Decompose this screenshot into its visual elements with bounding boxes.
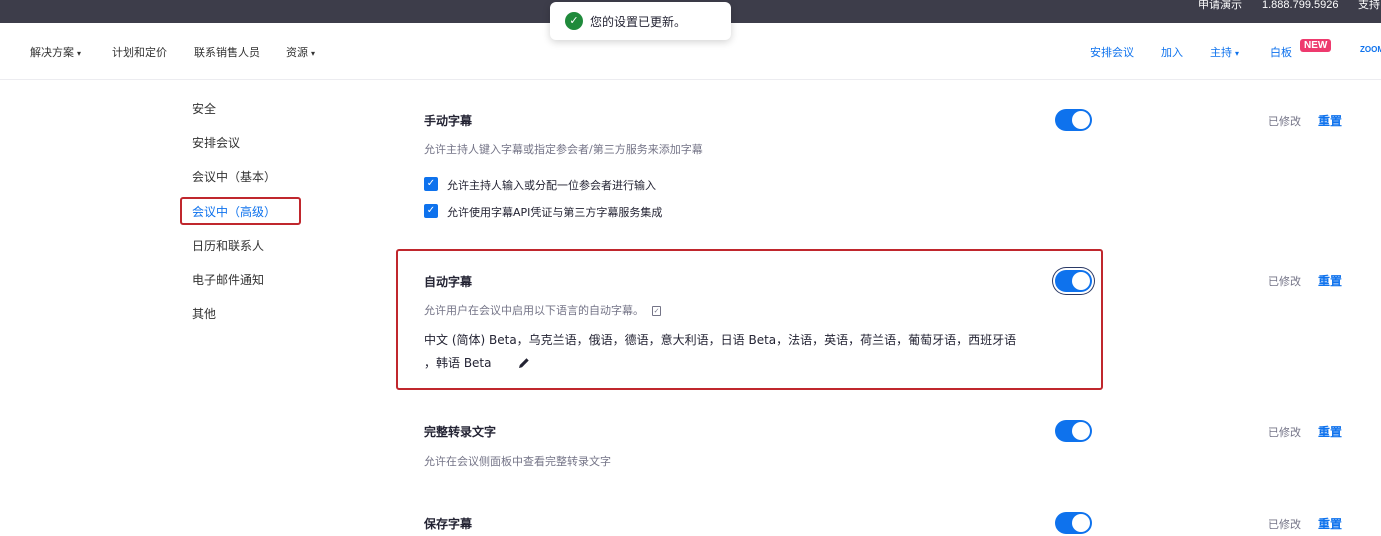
caret-down-icon: ▾ [77, 49, 82, 58]
caret-down-icon: ▾ [1235, 49, 1240, 58]
setting-desc-manual-captions: 允许主持人键入字幕或指定参会者/第三方服务来添加字幕 [424, 143, 703, 156]
setting-title-manual-captions: 手动字幕 [424, 114, 473, 128]
language-list: 中文 (简体) Beta，乌克兰语，俄语，德语，意大利语，日语 Beta，法语，… [424, 333, 1017, 347]
check-circle-icon: ✓ [565, 12, 583, 30]
sidebar-item-in-meeting-basic[interactable]: 会议中（基本） [192, 168, 276, 185]
sidebar-item-security[interactable]: 安全 [192, 100, 216, 117]
reset-button[interactable]: 重置 [1318, 272, 1342, 289]
toast-message: 您的设置已更新。 [590, 15, 687, 29]
full-transcript-toggle[interactable] [1055, 420, 1092, 442]
checkbox-checked-icon[interactable]: ✓ [424, 177, 438, 191]
automated-captions-highlight [396, 249, 1103, 390]
request-demo-link[interactable]: 申请演示 [1198, 0, 1242, 11]
sidebar-item-schedule-meeting[interactable]: 安排会议 [192, 134, 240, 151]
nav-whiteboard[interactable]: 白板 [1270, 44, 1292, 60]
setting-title-full-transcript: 完整转录文字 [424, 425, 497, 439]
language-list-continued: ，韩语 Beta [424, 356, 492, 370]
zoom-logo[interactable]: ZOOM [1360, 45, 1381, 54]
nav-plans-pricing[interactable]: 计划和定价 [112, 44, 167, 60]
caret-down-icon: ▾ [311, 49, 316, 58]
modified-label: 已修改 [1268, 426, 1301, 439]
nav-host[interactable]: 主持 ▾ [1210, 44, 1239, 60]
nav-contact-sales[interactable]: 联系销售人员 [194, 44, 260, 60]
nav-schedule-meeting[interactable]: 安排会议 [1090, 44, 1134, 60]
settings-updated-toast: ✓ 您的设置已更新。 [550, 2, 731, 40]
nav-resources[interactable]: 资源 ▾ [286, 44, 315, 60]
modified-label: 已修改 [1268, 275, 1301, 288]
setting-desc-automated-captions: 允许用户在会议中启用以下语言的自动字幕。 ✓ [424, 304, 661, 317]
setting-title-automated-captions: 自动字幕 [424, 275, 473, 289]
reset-button[interactable]: 重置 [1318, 423, 1342, 440]
manual-captions-toggle[interactable] [1055, 109, 1092, 131]
modified-label: 已修改 [1268, 518, 1301, 531]
pencil-edit-icon[interactable] [517, 356, 531, 370]
save-captions-toggle[interactable] [1055, 512, 1092, 534]
setting-desc-full-transcript: 允许在会议侧面板中查看完整转录文字 [424, 455, 611, 468]
support-link[interactable]: 支持 [1358, 0, 1380, 11]
modified-label: 已修改 [1268, 115, 1301, 128]
nav-join[interactable]: 加入 [1161, 44, 1183, 60]
new-badge: NEW [1300, 39, 1332, 52]
option-label: 允许主持人输入或分配一位参会者进行输入 [447, 179, 656, 192]
checkbox-checked-icon[interactable]: ✓ [424, 204, 438, 218]
reset-button[interactable]: 重置 [1318, 112, 1342, 129]
option-label: 允许使用字幕API凭证与第三方字幕服务集成 [447, 206, 663, 219]
info-icon[interactable]: ✓ [652, 306, 661, 316]
sidebar-item-in-meeting-advanced[interactable]: 会议中（高级） [192, 203, 276, 220]
sidebar-item-other[interactable]: 其他 [192, 305, 216, 322]
sidebar-item-calendar-contacts[interactable]: 日历和联系人 [192, 237, 264, 254]
automated-captions-toggle[interactable] [1055, 270, 1092, 292]
setting-title-save-captions: 保存字幕 [424, 517, 473, 531]
reset-button[interactable]: 重置 [1318, 515, 1342, 532]
sidebar-item-email-notifications[interactable]: 电子邮件通知 [192, 271, 264, 288]
nav-solutions[interactable]: 解决方案 ▾ [30, 44, 81, 60]
phone-number[interactable]: 1.888.799.5926 [1262, 0, 1338, 11]
